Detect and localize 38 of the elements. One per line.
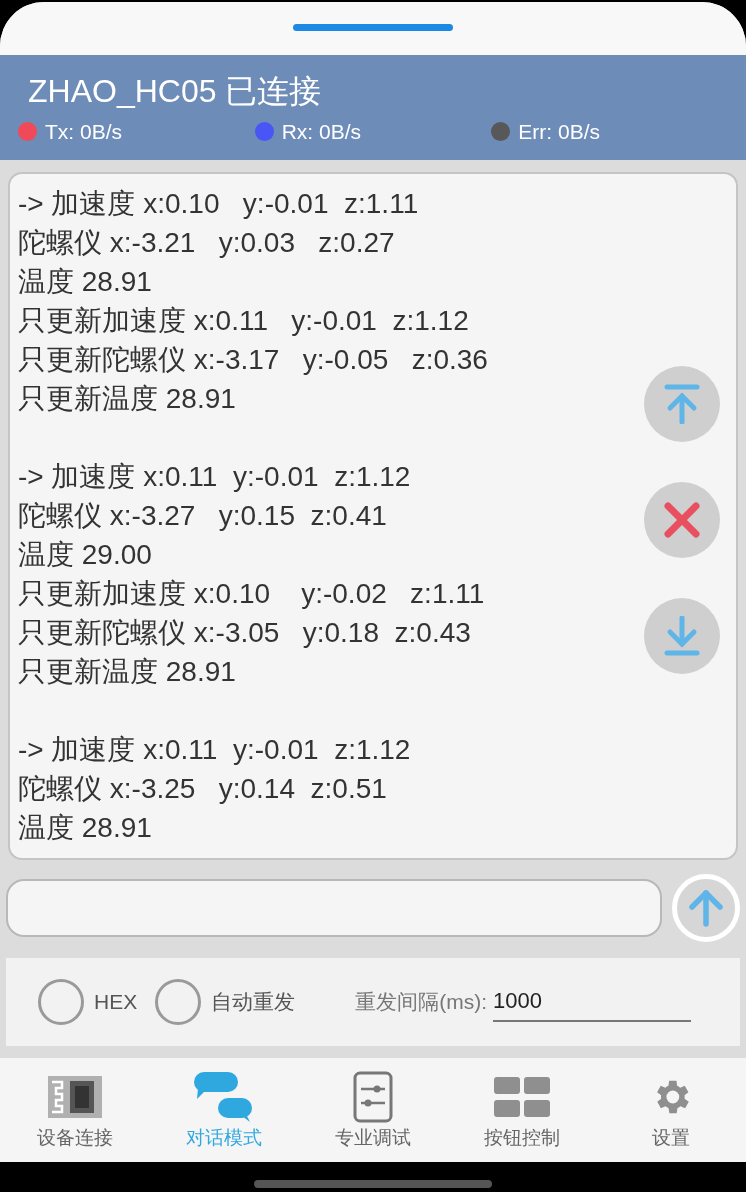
log-line: 只更新加速度 x:0.10 y:-0.02 z:1.11 [18, 577, 485, 612]
log-line: 陀螺仪 x:-3.21 y:0.03 z:0.27 [18, 226, 395, 261]
scroll-top-icon [664, 384, 700, 425]
nav-tab[interactable]: 专业调试 [298, 1058, 448, 1163]
chip-icon [47, 1075, 102, 1118]
option-label: 自动重发 [211, 989, 296, 1016]
option-label: HEX [94, 989, 138, 1016]
sliders-icon [353, 1070, 393, 1123]
rate-label: Err: 0B/s [518, 118, 601, 145]
grid-icon [494, 1076, 551, 1117]
log-line: 陀螺仪 x:-3.25 y:0.14 z:0.51 [18, 772, 387, 807]
rate-label: Rx: 0B/s [281, 118, 362, 145]
log-line: 只更新陀螺仪 x:-3.17 y:-0.05 z:0.36 [18, 343, 488, 378]
interval-field[interactable]: 1000 [493, 981, 691, 1022]
log-line: -> 加速度 x:0.10 y:-0.01 z:1.11 [18, 187, 419, 222]
log-line: -> 加速度 x:0.11 y:-0.01 z:1.12 [18, 460, 411, 495]
log-line: -> 加速度 x:0.11 y:-0.01 z:1.12 [18, 733, 411, 768]
log-line: 只更新陀螺仪 x:-3.05 y:0.18 z:0.43 [18, 616, 471, 651]
window-title: ZHAO_HC05 已连接 [27, 71, 323, 111]
nav-tab[interactable]: 设置 [596, 1058, 746, 1163]
chat-bubbles-icon [193, 1071, 254, 1122]
radio-button[interactable] [38, 978, 84, 1025]
log-line: 温度 28.91 [18, 811, 152, 846]
drag-handle[interactable] [293, 24, 453, 31]
message-input[interactable] [6, 878, 662, 937]
log-line: 温度 28.91 [18, 265, 152, 300]
log-line: 只更新温度 28.91 [18, 382, 236, 417]
interval-label: 重发间隔(ms): [355, 989, 487, 1016]
close-icon [663, 501, 701, 540]
scroll-bottom-icon [664, 616, 700, 657]
log-line: 陀螺仪 x:-3.27 y:0.15 z:0.41 [18, 499, 387, 534]
rate-label: Tx: 0B/s [45, 118, 123, 145]
log-line: 只更新温度 28.91 [18, 655, 236, 690]
nav-tab[interactable]: 按钮控制 [447, 1058, 597, 1163]
nav-tab[interactable]: 设备连接 [0, 1058, 150, 1163]
log-line: 只更新加速度 x:0.11 y:-0.01 z:1.12 [18, 304, 469, 339]
radio-button[interactable] [155, 978, 202, 1025]
log-line: 温度 29.00 [18, 538, 152, 573]
